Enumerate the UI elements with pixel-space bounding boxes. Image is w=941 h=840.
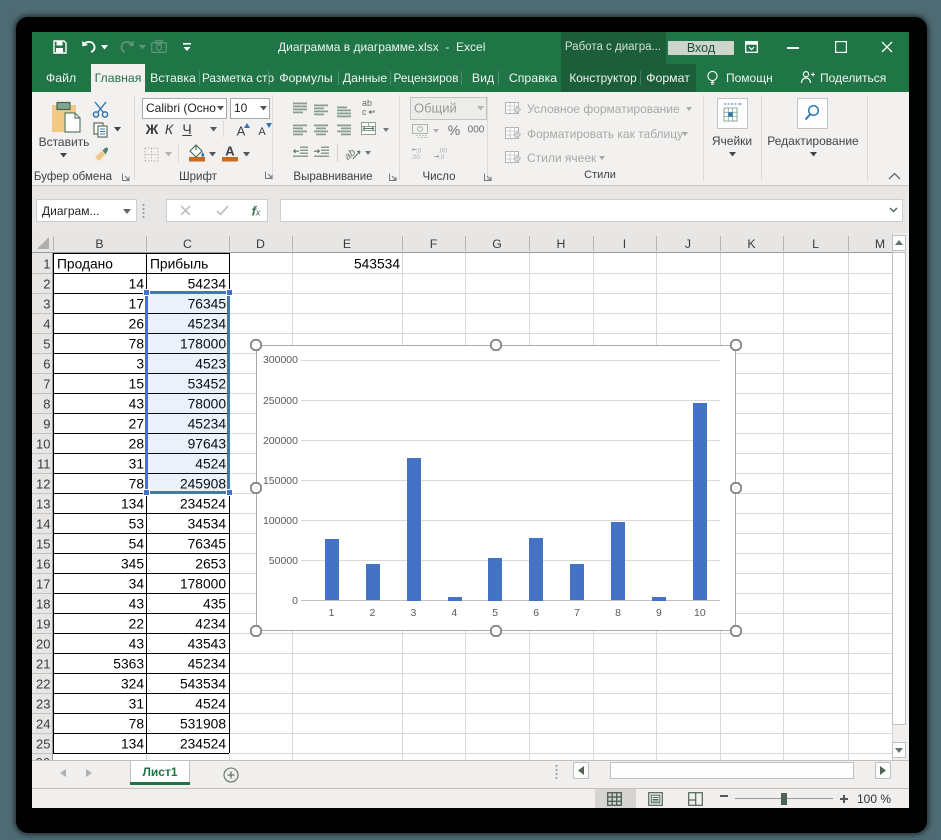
svg-text:ab: ab xyxy=(345,147,358,161)
svg-text:,0: ,0 xyxy=(439,154,445,160)
svg-text:А: А xyxy=(225,144,235,159)
svg-text:c: c xyxy=(362,107,367,116)
svg-text:,00: ,00 xyxy=(411,154,420,160)
